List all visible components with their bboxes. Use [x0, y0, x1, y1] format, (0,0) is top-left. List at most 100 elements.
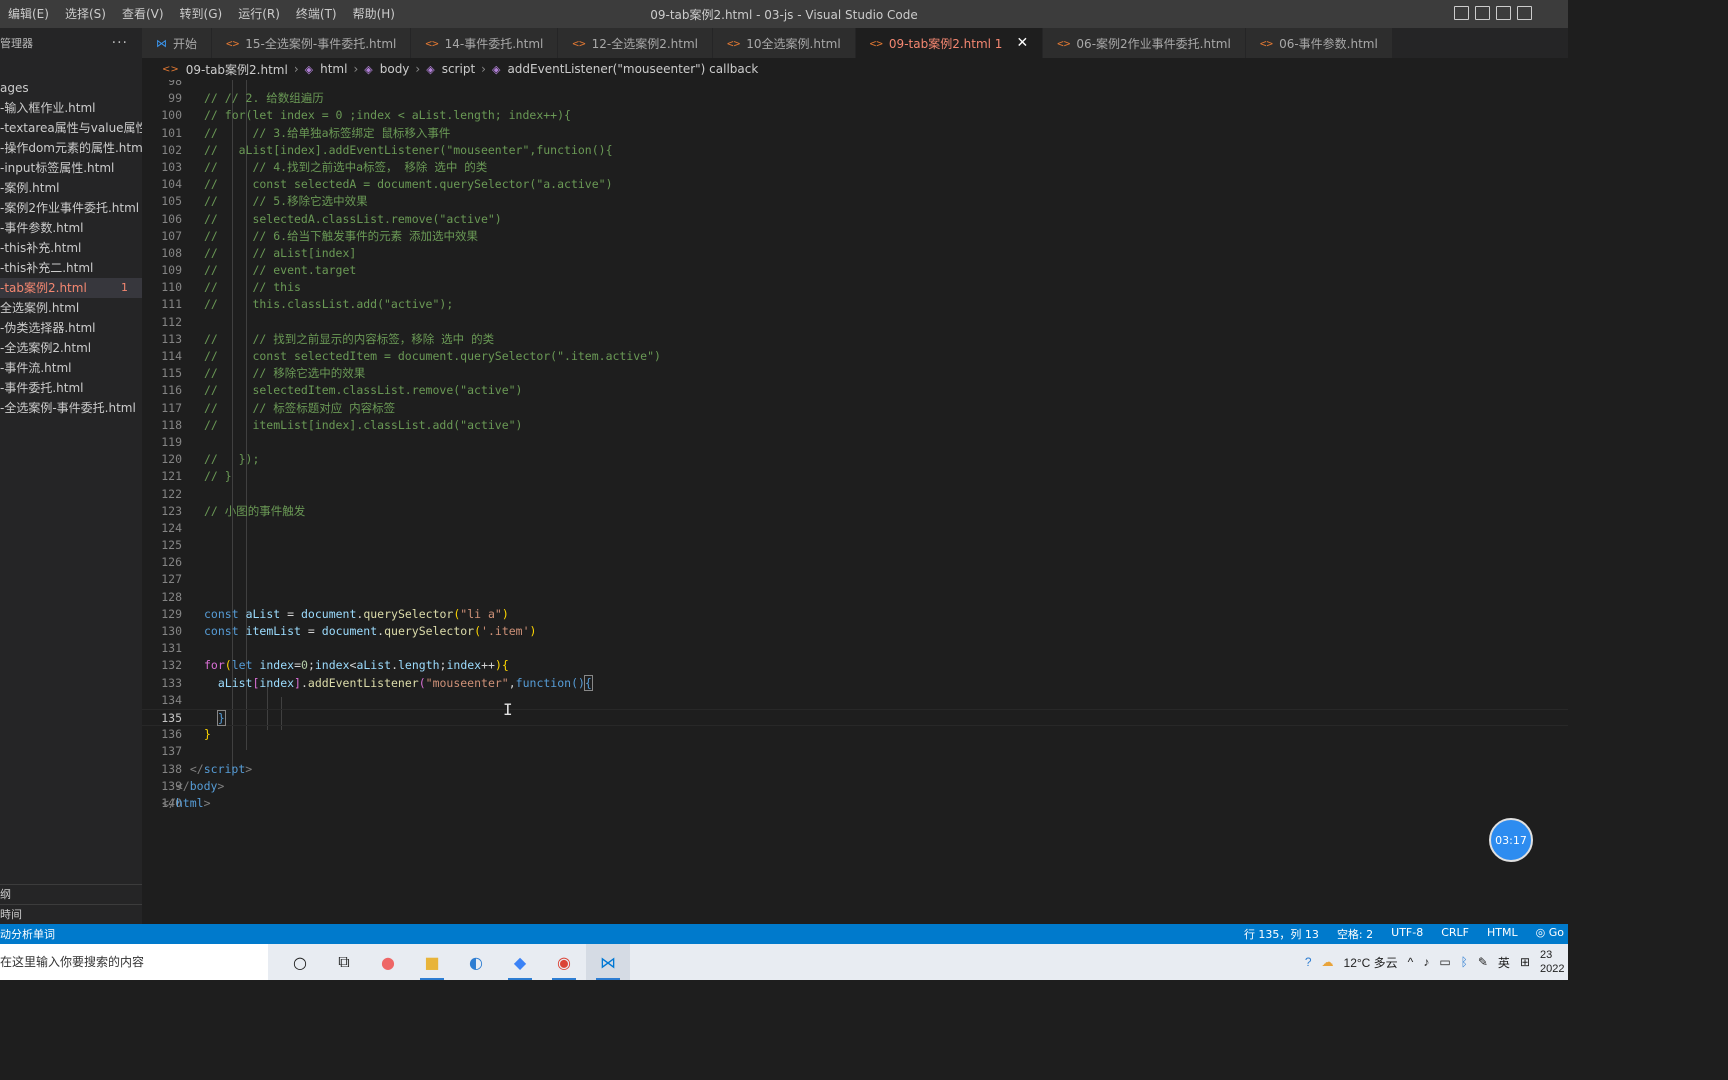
code-line: 134	[161, 692, 182, 707]
file-item[interactable]: -this补充二.html	[0, 258, 142, 278]
editor-tab[interactable]: <> 12-全选案例2.html	[558, 28, 713, 58]
code-line: 139 </body>	[161, 778, 225, 793]
menu-view[interactable]: 查看(V)	[114, 0, 172, 28]
browser-icon[interactable]: ◐	[454, 944, 498, 980]
chrome-icon[interactable]: ◉	[542, 944, 586, 980]
menu-selection[interactable]: 选择(S)	[57, 0, 114, 28]
chevron-right-icon: ›	[415, 62, 421, 76]
cortana-icon[interactable]: ○	[278, 944, 322, 980]
ime-indicator[interactable]: 英	[1498, 954, 1510, 971]
feishu-icon[interactable]: ◆	[498, 944, 542, 980]
menu-terminal[interactable]: 终端(T)	[288, 0, 345, 28]
file-item[interactable]: -全选案例2.html	[0, 338, 142, 358]
file-encoding[interactable]: UTF-8	[1391, 926, 1423, 942]
code-line: 121// }	[161, 469, 232, 484]
file-item[interactable]: -tab案例2.html 1	[0, 278, 142, 298]
close-icon[interactable]: ✕	[1016, 35, 1028, 51]
tab-label: 09-tab案例2.html 1	[888, 36, 1003, 51]
file-item[interactable]: -textarea属性与value属性...	[0, 118, 142, 138]
cursor-position[interactable]: 行 135，列 13	[1244, 926, 1319, 942]
keyboard-icon[interactable]: ⊞	[1520, 955, 1530, 969]
file-label: -this补充二.html	[0, 261, 94, 275]
file-item[interactable]: -事件参数.html	[0, 218, 142, 238]
editor-tab[interactable]: <> 06-事件参数.html	[1245, 28, 1393, 58]
menu-go[interactable]: 转到(G)	[172, 0, 231, 28]
folder-item[interactable]: ages	[0, 78, 142, 98]
vscode-icon[interactable]: ⋈	[586, 944, 630, 980]
editor-tab[interactable]: <> 15-全选案例-事件委托.html	[212, 28, 412, 58]
file-item[interactable]: -操作dom元素的属性.html	[0, 138, 142, 158]
code-line: 120// });	[161, 452, 260, 467]
go-live[interactable]: ◎ Go	[1536, 926, 1564, 942]
toggle-panel-icon[interactable]	[1475, 6, 1490, 20]
clock-time: 23	[1540, 949, 1553, 961]
breadcrumb-file[interactable]: 09-tab案例2.html	[186, 61, 288, 78]
file-item[interactable]: -input标签属性.html	[0, 158, 142, 178]
file-item[interactable]: -伪类选择器.html	[0, 318, 142, 338]
file-label: -案例2作业事件委托.html	[0, 201, 140, 215]
indentation[interactable]: 空格: 2	[1337, 926, 1373, 942]
code-line: 115// // 移除它选中的效果	[161, 366, 366, 381]
menu-edit[interactable]: 编辑(E)	[0, 0, 57, 28]
editor-tab[interactable]: <> 09-tab案例2.html 1 ✕	[855, 28, 1044, 58]
file-item[interactable]: -this补充.html	[0, 238, 142, 258]
customize-layout-icon[interactable]	[1517, 6, 1532, 20]
file-item[interactable]: -输入框作业.html	[0, 98, 142, 118]
file-item[interactable]: -案例.html	[0, 178, 142, 198]
outline-section[interactable]: 纲	[0, 884, 142, 904]
file-label: -this补充.html	[0, 241, 82, 255]
help-icon[interactable]: ?	[1305, 955, 1312, 969]
file-item[interactable]: -案例2作业事件委托.html	[0, 198, 142, 218]
clock[interactable]: 23 2022	[1540, 948, 1568, 976]
toggle-secondary-sidebar-icon[interactable]	[1496, 6, 1511, 20]
breadcrumb-body[interactable]: body	[380, 62, 410, 76]
code-line: 119	[161, 434, 182, 449]
file-label: -全选案例2.html	[0, 341, 92, 355]
pen-icon[interactable]: ✎	[1478, 955, 1488, 969]
code-line: 128	[161, 589, 182, 604]
code-line: 102// aList[index].addEventListener("mou…	[161, 142, 613, 157]
layout-controls	[1454, 6, 1532, 20]
code-line: 124	[161, 520, 182, 535]
html-file-icon: <>	[162, 63, 179, 75]
html-icon: <>	[572, 36, 586, 50]
language-mode[interactable]: HTML	[1487, 926, 1518, 942]
taskbar-search[interactable]: 在这里输入你要搜索的内容	[0, 944, 268, 980]
recording-timer[interactable]: 03:17	[1489, 818, 1533, 862]
more-actions-icon[interactable]: ···	[112, 35, 128, 51]
bluetooth-icon[interactable]: ᛒ	[1461, 955, 1468, 969]
battery-icon[interactable]: ▭	[1439, 955, 1450, 969]
volume-icon[interactable]: ♪	[1423, 955, 1429, 969]
taskbar-app-icon[interactable]: ●	[366, 944, 410, 980]
menu-help[interactable]: 帮助(H)	[345, 0, 403, 28]
editor-tab[interactable]: <> 10全选案例.html	[713, 28, 856, 58]
line-ending[interactable]: CRLF	[1441, 926, 1469, 942]
file-item[interactable]: -事件委托.html	[0, 378, 142, 398]
status-left-item[interactable]: 动分析单词	[0, 926, 55, 942]
file-item[interactable]: -全选案例-事件委托.html	[0, 398, 142, 418]
code-editor[interactable]: 98 99// // 2. 给数组遍历 100// for(let index …	[142, 80, 1568, 924]
weather-icon[interactable]: ☁	[1322, 955, 1334, 969]
editor-tab[interactable]: <> 14-事件委托.html	[411, 28, 559, 58]
file-item[interactable]: 全选案例.html	[0, 298, 142, 318]
file-label: -伪类选择器.html	[0, 321, 96, 335]
editor-tab[interactable]: <> 06-案例2作业事件委托.html	[1043, 28, 1246, 58]
menu-run[interactable]: 运行(R)	[230, 0, 288, 28]
code-line: 100// for(let index = 0 ;index < aList.l…	[161, 108, 571, 123]
file-explorer-icon[interactable]: ■	[410, 944, 454, 980]
breadcrumb-script[interactable]: script	[442, 62, 475, 76]
file-item[interactable]: -事件流.html	[0, 358, 142, 378]
toggle-sidebar-icon[interactable]	[1454, 6, 1469, 20]
breadcrumb-html[interactable]: html	[320, 62, 347, 76]
file-list: -输入框作业.html -textarea属性与value属性... -操作dom元…	[0, 98, 142, 418]
breadcrumb-callback[interactable]: addEventListener("mouseenter") callback	[507, 62, 758, 76]
code-line: 138 </script>	[161, 761, 253, 776]
editor-tab[interactable]: ⋈ 开始	[142, 28, 213, 58]
windows-taskbar: 在这里输入你要搜索的内容 ○ ⧉ ● ■ ◐ ◆ ◉ ⋈ ? ☁ 12°C 多云…	[0, 944, 1568, 980]
weather-text[interactable]: 12°C 多云	[1344, 954, 1398, 971]
task-view-icon[interactable]: ⧉	[322, 944, 366, 980]
sidebar-sections: 纲 時间	[0, 884, 142, 924]
code-line: 122	[161, 486, 182, 501]
chevron-up-icon[interactable]: ^	[1408, 955, 1414, 969]
timeline-section[interactable]: 時间	[0, 904, 142, 924]
